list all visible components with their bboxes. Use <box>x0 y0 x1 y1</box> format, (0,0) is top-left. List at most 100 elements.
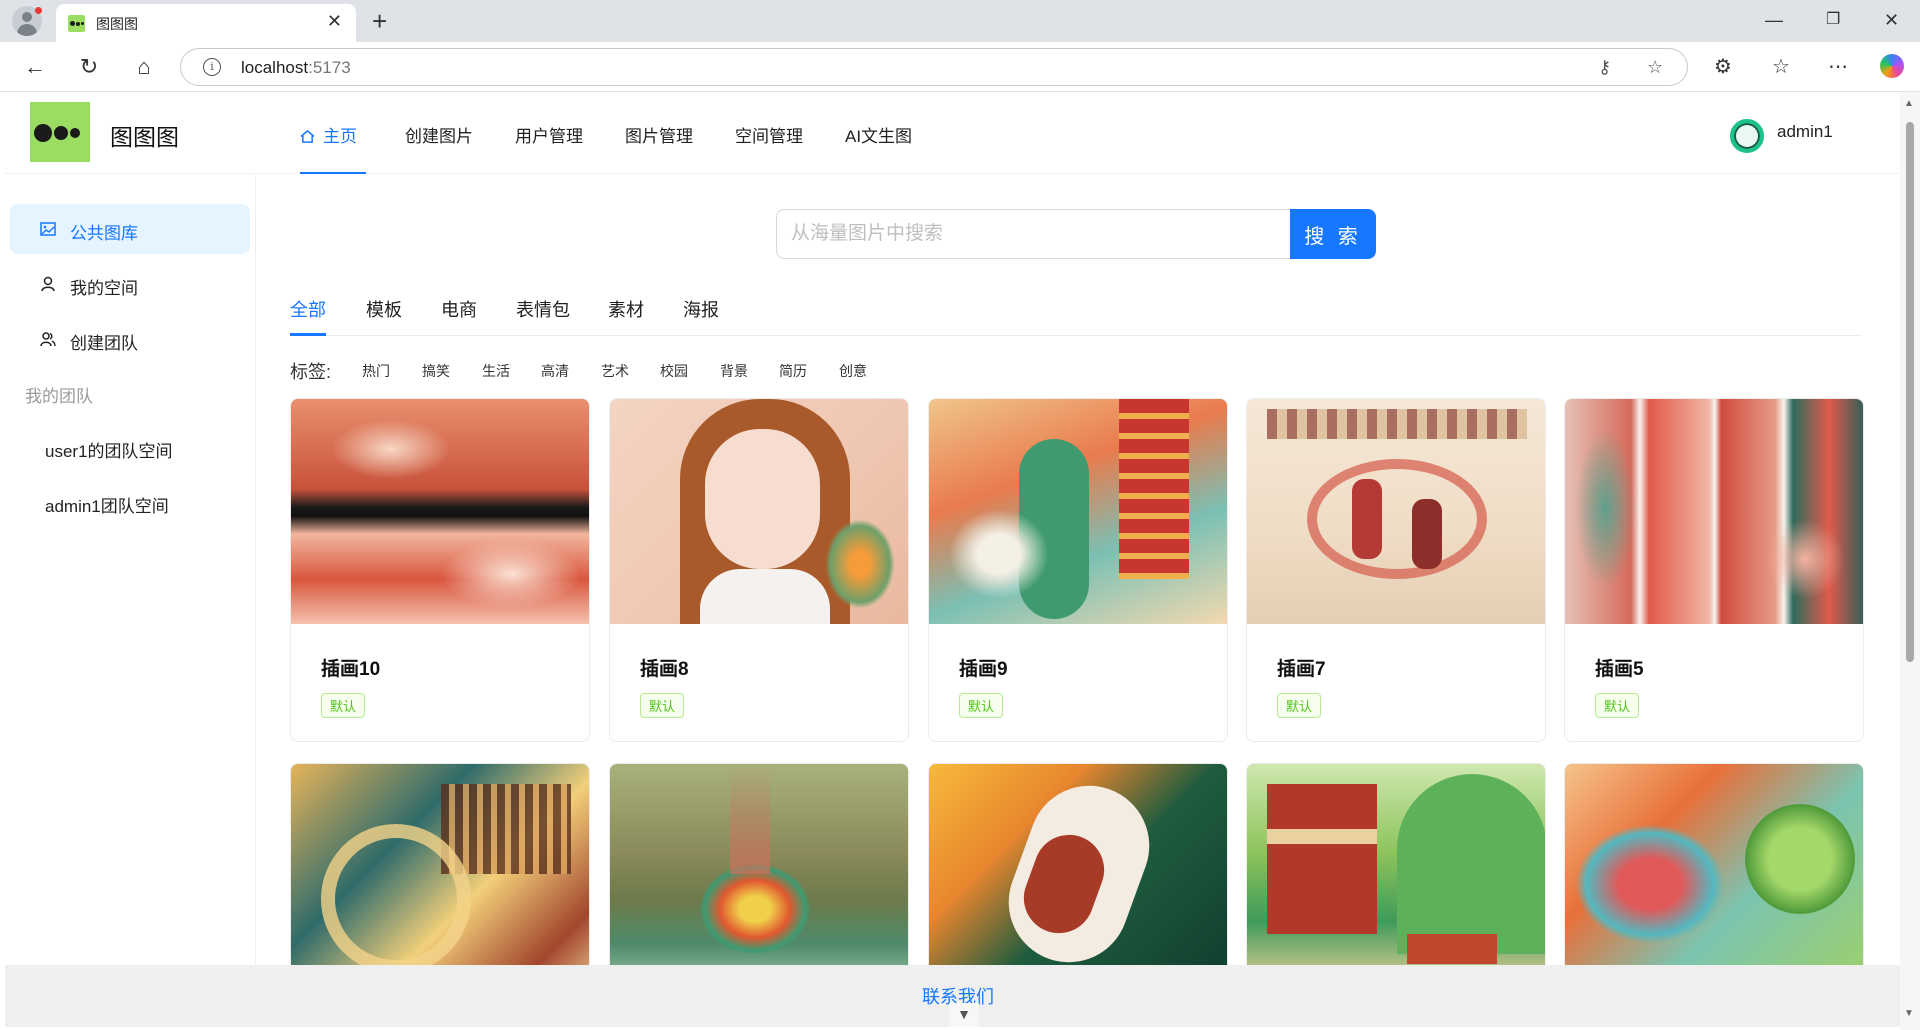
tab-all[interactable]: 全部 <box>290 296 326 336</box>
tab-emoji[interactable]: 表情包 <box>516 296 570 336</box>
logo-icon <box>30 102 90 162</box>
picture-thumbnail <box>291 764 589 972</box>
sidebar-item-team-user1[interactable]: user1的团队空间 <box>10 422 250 472</box>
card-title: 插画5 <box>1595 659 1644 680</box>
user-icon <box>41 276 55 292</box>
picture-card[interactable] <box>609 763 909 973</box>
scroll-down-arrow-icon[interactable]: ▼ <box>1904 1008 1914 1019</box>
tab-template[interactable]: 模板 <box>366 296 402 336</box>
url-text: localhost:5173 <box>241 58 351 77</box>
tab-poster[interactable]: 海报 <box>683 296 719 336</box>
sidebar-item-label: 公共图库 <box>70 224 138 243</box>
tag-item[interactable]: 生活 <box>482 361 510 381</box>
menu-image-management[interactable]: 图片管理 <box>625 122 693 174</box>
tab-ecommerce[interactable]: 电商 <box>441 296 477 336</box>
card-title: 插画9 <box>959 659 1008 680</box>
tags-label: 标签: <box>290 362 332 382</box>
tag-item[interactable]: 背景 <box>720 361 748 381</box>
search-input[interactable] <box>776 209 1292 259</box>
tab-title: 图图图 <box>96 16 138 32</box>
browser-tab[interactable]: 图图图 ✕ <box>56 4 356 42</box>
address-bar-row: ← ↻ ⌂ i localhost:5173 ⚷ ☆ ⚙ ☆ ⋯ <box>0 42 1920 92</box>
tag-item[interactable]: 简历 <box>779 361 807 381</box>
picture-card[interactable]: 插画5 默认 <box>1564 398 1864 742</box>
back-arrow-icon[interactable]: ← <box>22 54 48 80</box>
picture-thumbnail <box>1247 399 1545 624</box>
minimize-button[interactable]: — <box>1765 8 1783 32</box>
tag-item[interactable]: 高清 <box>541 361 569 381</box>
tag-item[interactable]: 校园 <box>660 361 688 381</box>
user-avatar[interactable] <box>1730 119 1764 153</box>
scrollbar-thumb[interactable] <box>1906 122 1914 662</box>
picture-icon <box>40 222 56 236</box>
card-category-badge: 默认 <box>1277 693 1322 718</box>
scroll-up-icon[interactable]: ▲ <box>1904 98 1914 109</box>
new-tab-button[interactable]: + <box>372 6 387 36</box>
scroll-down-icon[interactable]: ▼ <box>949 1003 979 1027</box>
sidebar-item-public-gallery[interactable]: 公共图库 <box>10 204 250 254</box>
card-title: 插画10 <box>321 659 381 680</box>
sidebar-item-label: 我的空间 <box>70 279 138 298</box>
card-category-badge: 默认 <box>640 693 685 718</box>
picture-thumbnail <box>291 399 589 624</box>
sidebar-item-label: user1的团队空间 <box>45 442 173 461</box>
app-title: 图图图 <box>110 124 179 150</box>
notification-dot-icon <box>35 7 42 14</box>
picture-card[interactable]: 插画8 默认 <box>609 398 909 742</box>
sidebar-item-create-team[interactable]: 创建团队 <box>10 314 250 364</box>
category-tabs: 全部 模板 电商 表情包 素材 海报 <box>290 296 1862 336</box>
footer: 联系我们 ▼ <box>5 965 1900 1027</box>
menu-home[interactable]: 主页 <box>300 122 366 174</box>
picture-thumbnail <box>610 399 908 624</box>
picture-thumbnail <box>929 764 1227 972</box>
search-bar: 搜 索 <box>776 209 1376 259</box>
picture-thumbnail <box>1565 764 1863 972</box>
favicon-icon <box>68 15 85 32</box>
browser-tabbar: 图图图 ✕ + — ❐ ✕ <box>0 0 1920 42</box>
picture-thumbnail <box>1247 764 1545 972</box>
url-input[interactable]: i localhost:5173 ⚷ ☆ <box>180 48 1688 86</box>
close-window-button[interactable]: ✕ <box>1884 8 1899 32</box>
card-category-badge: 默认 <box>321 693 366 718</box>
picture-thumbnail <box>1565 399 1863 624</box>
picture-card[interactable] <box>1246 763 1546 973</box>
picture-card[interactable] <box>290 763 590 973</box>
home-icon[interactable]: ⌂ <box>131 54 157 80</box>
team-icon <box>40 332 56 347</box>
card-category-badge: 默认 <box>959 693 1004 718</box>
card-title: 插画7 <box>1277 659 1326 680</box>
sidebar: 公共图库 我的空间 创建团队 我的团队 user1的团队空间 admin1团队空… <box>5 175 256 965</box>
sidebar-item-team-admin1[interactable]: admin1团队空间 <box>10 477 250 527</box>
tag-item[interactable]: 热门 <box>362 361 390 381</box>
favorite-star-icon[interactable]: ☆ <box>1647 57 1663 78</box>
scrollbar[interactable]: ▲ ▼ <box>1900 92 1920 1030</box>
menu-space-management[interactable]: 空间管理 <box>735 122 803 174</box>
menu-user-management[interactable]: 用户管理 <box>515 122 583 174</box>
tag-item[interactable]: 艺术 <box>601 361 629 381</box>
tag-item[interactable]: 创意 <box>839 361 867 381</box>
sidebar-item-label: admin1团队空间 <box>45 497 169 516</box>
picture-card[interactable]: 插画7 默认 <box>1246 398 1546 742</box>
password-key-icon[interactable]: ⚷ <box>1598 57 1611 78</box>
favorites-icon[interactable]: ☆ <box>1772 54 1790 79</box>
user-name[interactable]: admin1 <box>1777 122 1833 142</box>
sidebar-group-title: 我的团队 <box>25 387 93 406</box>
tag-item[interactable]: 搞笑 <box>422 361 450 381</box>
reload-icon[interactable]: ↻ <box>76 54 102 80</box>
restore-button[interactable]: ❐ <box>1826 8 1840 32</box>
copilot-icon[interactable] <box>1880 54 1904 78</box>
picture-card[interactable]: 插画10 默认 <box>290 398 590 742</box>
search-button[interactable]: 搜 索 <box>1290 209 1376 259</box>
picture-card[interactable] <box>1564 763 1864 973</box>
sidebar-item-my-space[interactable]: 我的空间 <box>10 259 250 309</box>
site-info-icon[interactable]: i <box>203 58 221 76</box>
extensions-icon[interactable]: ⚙ <box>1714 54 1732 79</box>
picture-card[interactable] <box>928 763 1228 973</box>
tab-material[interactable]: 素材 <box>608 296 644 336</box>
more-options-icon[interactable]: ⋯ <box>1828 54 1848 79</box>
home-icon <box>300 130 315 143</box>
menu-ai-image[interactable]: AI文生图 <box>845 122 912 174</box>
menu-create-image[interactable]: 创建图片 <box>405 122 473 174</box>
close-tab-icon[interactable]: ✕ <box>327 11 342 32</box>
picture-card[interactable]: 插画9 默认 <box>928 398 1228 742</box>
